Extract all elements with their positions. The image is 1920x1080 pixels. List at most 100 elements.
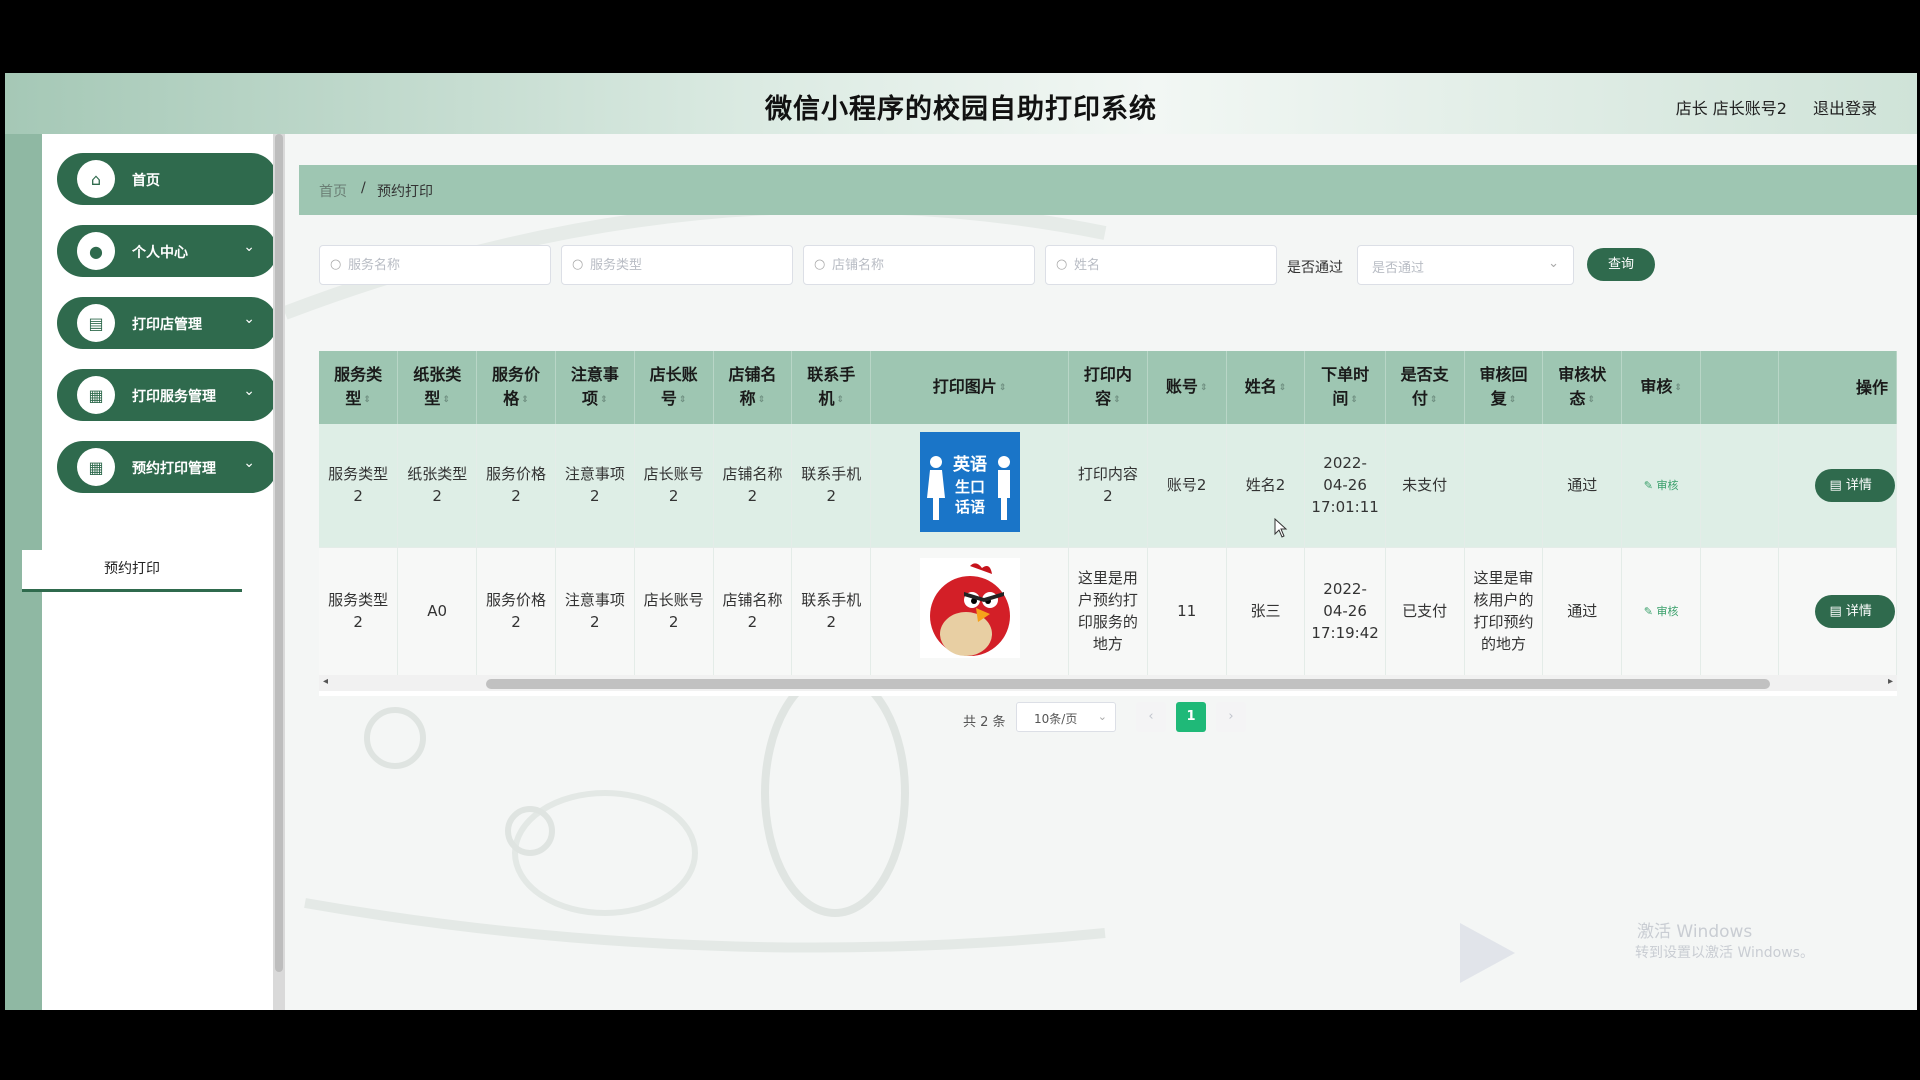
sort-icon[interactable]: ⇕ — [758, 388, 766, 412]
service-type-field[interactable]: ○ — [561, 245, 793, 285]
prev-page-button[interactable]: ‹ — [1136, 702, 1166, 732]
col-header-empty — [1700, 351, 1780, 424]
pass-filter-label: 是否通过 — [1287, 260, 1343, 276]
col-header-label: 店长账号 — [649, 365, 698, 409]
sort-icon[interactable]: ⇕ — [1674, 376, 1682, 400]
cell-shop: 店铺名称2 — [713, 424, 793, 548]
sidebar-scrollbar[interactable] — [273, 134, 285, 1010]
sidebar-item-label: 打印店管理 — [132, 317, 202, 333]
submenu-booking-print[interactable]: 预约打印 — [22, 550, 242, 592]
col-header-label: 纸张类型 — [413, 365, 462, 409]
col-header-label: 打印内容 — [1083, 365, 1132, 409]
sort-icon[interactable]: ⇕ — [600, 388, 608, 412]
scroll-right-icon[interactable]: ▸ — [1888, 676, 1893, 687]
sidebar-item-shop-management[interactable]: ▤ 打印店管理 ⌄ — [57, 297, 277, 349]
table-horizontal-scrollbar[interactable]: ◂ ▸ — [319, 675, 1897, 691]
col-header[interactable]: 联系手机 ⇕ — [791, 351, 872, 424]
shop-name-field[interactable]: ○ — [803, 245, 1035, 285]
col-header[interactable]: 审核回复 ⇕ — [1464, 351, 1544, 424]
audit-link[interactable]: ✎ 审核 — [1644, 605, 1679, 618]
audit-link[interactable]: ✎ 审核 — [1644, 479, 1679, 492]
service-type-input[interactable] — [590, 254, 780, 276]
col-header[interactable]: 店长账号 ⇕ — [634, 351, 714, 424]
col-header[interactable]: 打印内容 ⇕ — [1068, 351, 1148, 424]
cell-status: 通过 — [1542, 424, 1623, 548]
scrollbar-thumb[interactable] — [275, 134, 283, 972]
cell-manager: 店长账号2 — [634, 547, 714, 676]
detail-label: 详情 — [1845, 477, 1872, 493]
print-image-english[interactable]: 英语 生口 话语 — [919, 432, 1020, 533]
app-title: 微信小程序的校园自助打印系统 — [765, 94, 1157, 125]
sort-icon[interactable]: ⇕ — [1200, 376, 1208, 400]
svg-text:英语: 英语 — [953, 454, 987, 475]
sort-icon[interactable]: ⇕ — [1279, 376, 1287, 400]
cell-service-type: 服务类型2 — [319, 424, 399, 548]
col-header[interactable]: 下单时间 ⇕ — [1304, 351, 1386, 424]
clipboard-icon: ▤ — [77, 304, 115, 342]
top-header: 微信小程序的校园自助打印系统 店长 店长账号2 退出登录 — [5, 73, 1917, 134]
sort-icon[interactable]: ⇕ — [521, 388, 529, 412]
col-header[interactable]: 姓名 ⇕ — [1226, 351, 1306, 424]
breadcrumb-current: 预约打印 — [377, 184, 433, 200]
col-header[interactable]: 审核 ⇕ — [1621, 351, 1702, 424]
table-row[interactable]: 服务类型2 纸张类型2 服务价格2 注意事项2 店长账号2 店铺名称2 联系手机… — [319, 424, 1897, 548]
sidebar-item-service-management[interactable]: ▦ 打印服务管理 ⌄ — [57, 369, 277, 421]
next-page-button[interactable]: › — [1216, 702, 1246, 732]
windows-activation-title: 激活 Windows — [1637, 922, 1753, 942]
sort-icon[interactable]: ⇕ — [1509, 388, 1517, 412]
service-name-input[interactable] — [348, 254, 538, 276]
detail-button[interactable]: ▤ 详情 — [1815, 468, 1896, 502]
print-image-angry-bird[interactable] — [919, 558, 1020, 658]
page-number-current[interactable]: 1 — [1176, 702, 1206, 732]
sidebar-item-profile[interactable]: ● 个人中心 ⌄ — [57, 225, 277, 277]
scroll-left-icon[interactable]: ◂ — [323, 676, 328, 687]
cell-name: 姓名2 — [1226, 424, 1306, 548]
col-header-label: 店铺名称 — [728, 365, 777, 409]
col-header[interactable]: 是否支付 ⇕ — [1385, 351, 1465, 424]
col-header[interactable]: 服务价格 ⇕ — [476, 351, 556, 424]
sort-icon[interactable]: ⇕ — [999, 376, 1007, 400]
cell-content: 这里是用户预约打印服务的地方 — [1068, 547, 1148, 676]
scrollbar-thumb[interactable] — [486, 679, 1770, 689]
sidebar-item-booking-management[interactable]: ▦ 预约打印管理 ⌄ — [57, 441, 277, 493]
col-header[interactable]: 打印图片 ⇕ — [870, 351, 1069, 424]
detail-button[interactable]: ▤ 详情 — [1815, 594, 1896, 628]
col-header[interactable]: 纸张类型 ⇕ — [397, 351, 478, 424]
col-header[interactable]: 注意事项 ⇕ — [555, 351, 635, 424]
sidebar-item-label: 个人中心 — [132, 245, 188, 261]
sort-icon[interactable]: ⇕ — [1113, 388, 1121, 412]
cell-empty — [1700, 547, 1780, 676]
query-button[interactable]: 查询 — [1587, 248, 1655, 281]
sort-icon[interactable]: ⇕ — [1430, 388, 1438, 412]
breadcrumb-separator: / — [361, 180, 366, 196]
name-field[interactable]: ○ — [1045, 245, 1277, 285]
sidebar-item-label: 首页 — [132, 173, 160, 189]
page-size-select[interactable]: 10条/页 ⌄ — [1016, 702, 1116, 732]
svg-text:生口: 生口 — [955, 478, 985, 496]
pass-select[interactable]: 是否通过 ⌄ — [1357, 245, 1574, 285]
sort-icon[interactable]: ⇕ — [363, 388, 371, 412]
breadcrumb-home[interactable]: 首页 — [319, 181, 347, 201]
cell-notes: 注意事项2 — [555, 424, 635, 548]
service-name-field[interactable]: ○ — [319, 245, 551, 285]
sort-icon[interactable]: ⇕ — [1350, 388, 1358, 412]
col-header[interactable]: 服务类型 ⇕ — [319, 351, 399, 424]
col-header-label: 操作 — [1855, 377, 1888, 397]
shop-name-input[interactable] — [832, 254, 1022, 276]
cell-price: 服务价格2 — [476, 424, 556, 548]
col-header[interactable]: 审核状态 ⇕ — [1542, 351, 1623, 424]
sort-icon[interactable]: ⇕ — [1588, 388, 1596, 412]
page-size-value: 10条/页 — [1034, 712, 1078, 726]
col-header-label: 服务价格 — [492, 365, 541, 409]
sort-icon[interactable]: ⇕ — [679, 388, 687, 412]
table-row[interactable]: 服务类型2 A0 服务价格2 注意事项2 店长账号2 店铺名称2 联系手机2 这… — [319, 547, 1897, 676]
col-header[interactable]: 账号 ⇕ — [1147, 351, 1227, 424]
sort-icon[interactable]: ⇕ — [442, 388, 450, 412]
cell-phone: 联系手机2 — [791, 547, 872, 676]
logout-link[interactable]: 退出登录 — [1813, 95, 1877, 119]
name-input[interactable] — [1074, 254, 1264, 276]
col-header[interactable]: 店铺名称 ⇕ — [713, 351, 793, 424]
cell-reply: 这里是审核用户的打印预约的地方 — [1464, 547, 1544, 676]
sidebar-item-home[interactable]: ⌂ 首页 — [57, 153, 277, 205]
sort-icon[interactable]: ⇕ — [837, 388, 845, 412]
